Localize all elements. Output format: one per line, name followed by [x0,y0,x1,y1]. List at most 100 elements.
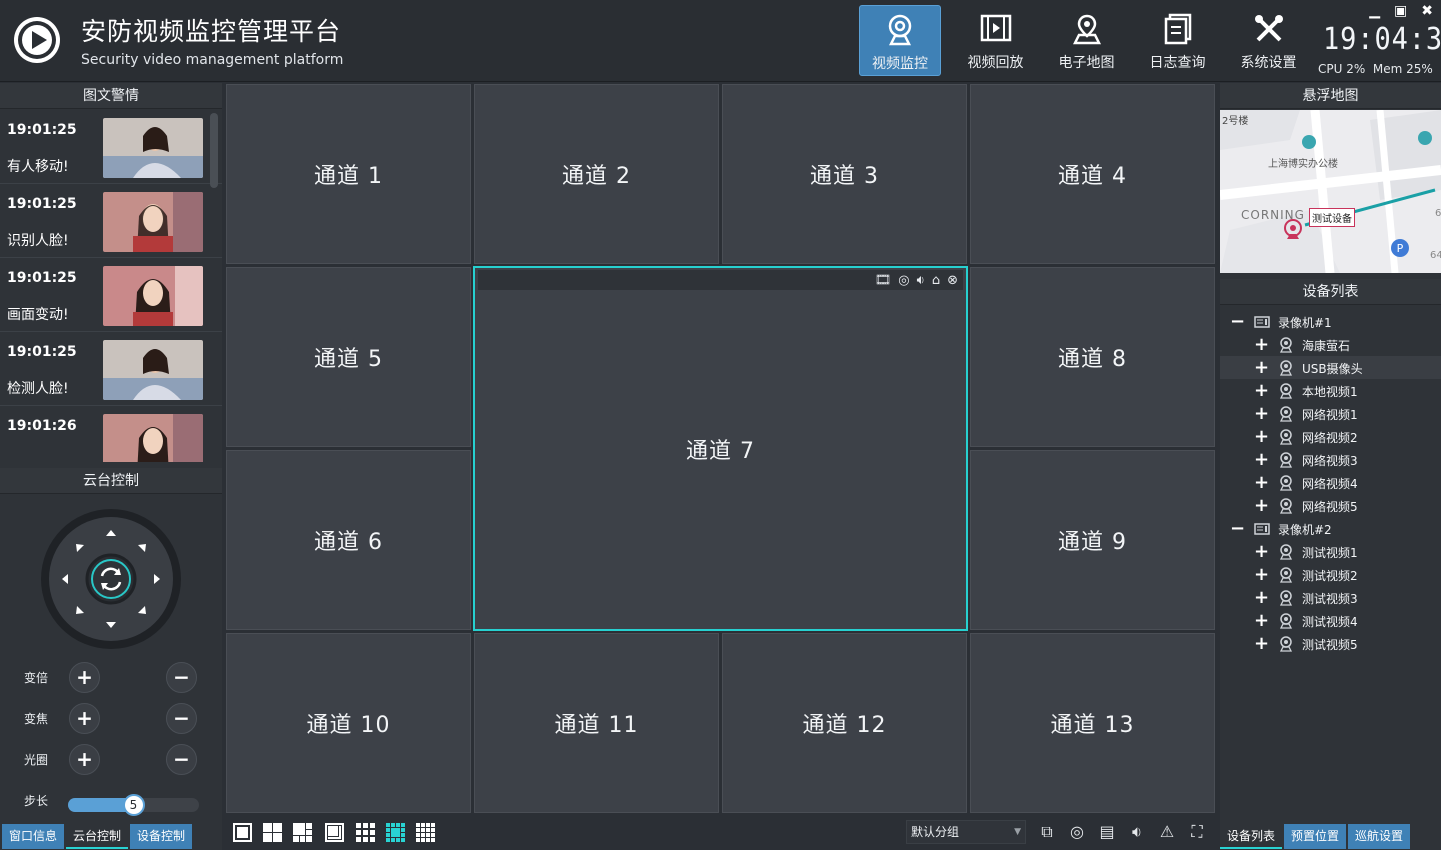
tree-camera-node[interactable]: + 测试视频1 [1220,540,1441,563]
layout-16-icon[interactable] [416,823,435,842]
video-channel-cell[interactable]: 通道 3 [722,84,967,264]
zoom-in-button[interactable]: + [69,662,100,693]
tree-camera-node[interactable]: + 测试视频3 [1220,586,1441,609]
expand-icon[interactable]: + [1254,356,1269,379]
video-channel-cell[interactable]: 通道 13 [970,633,1215,813]
playback-icon[interactable]: ▤ [1096,822,1118,842]
nav-video-playback[interactable]: 视频回放 [950,5,1041,76]
expand-icon[interactable]: + [1254,471,1269,494]
tab-window-info[interactable]: 窗口信息 [2,824,65,849]
record-all-icon[interactable]: ⧉ [1036,822,1058,842]
tree-nvr-node[interactable]: − 录像机#2 [1220,517,1441,540]
video-channel-cell-selected[interactable]: 🎞︎ ◎ 🔉︎ ⌂ ⊗ 通道 7 [473,266,968,631]
expand-icon[interactable]: + [1254,632,1269,655]
tab-device-list[interactable]: 设备列表 [1220,824,1283,849]
video-channel-cell[interactable]: 通道 2 [474,84,719,264]
tree-camera-node[interactable]: + 测试视频4 [1220,609,1441,632]
focus-plus-button[interactable]: + [69,703,100,734]
layout-13-icon-active[interactable] [386,823,405,842]
zoom-out-button[interactable]: − [166,662,197,693]
iris-minus-button[interactable]: − [166,744,197,775]
tab-device-control[interactable]: 设备控制 [130,824,193,849]
tree-camera-node[interactable]: + 测试视频2 [1220,563,1441,586]
focus-minus-button[interactable]: − [166,703,197,734]
alarm-item[interactable]: 19:01:26 [0,406,222,462]
tree-nvr-node[interactable]: − 录像机#1 [1220,310,1441,333]
alarm-item[interactable]: 19:01:25 识别人脸! [0,184,222,258]
layout-9-icon[interactable] [356,823,375,842]
fullscreen-icon[interactable]: ⛶ [1186,822,1208,842]
audio-icon[interactable]: 🔉︎ [917,273,926,288]
ptz-focus-label: 变焦 [24,712,49,726]
expand-icon[interactable]: + [1254,609,1269,632]
collapse-icon[interactable]: − [1230,517,1245,540]
header-bar: 安防视频监控管理平台 Security video management pla… [0,0,1441,82]
video-channel-cell[interactable]: 通道 10 [226,633,471,813]
snapshot-icon[interactable]: ◎ [898,273,910,288]
expand-icon[interactable]: + [1254,563,1269,586]
layout-6-icon[interactable] [293,823,312,842]
tree-camera-node[interactable]: + 网络视频3 [1220,448,1441,471]
map-device-tag[interactable]: 测试设备 [1309,208,1355,227]
alarm-snapshot[interactable] [103,266,203,326]
alarm-snapshot[interactable] [103,192,203,252]
group-select[interactable]: 默认分组 ▼ [906,820,1026,844]
maximize-icon[interactable]: ▣ [1394,3,1407,19]
video-channel-cell[interactable]: 通道 4 [970,84,1215,264]
step-slider-knob[interactable]: 5 [122,794,145,816]
expand-icon[interactable]: + [1254,379,1269,402]
alarm-item[interactable]: 19:01:25 画面变动! [0,258,222,332]
tree-camera-node[interactable]: + 网络视频1 [1220,402,1441,425]
snapshot-all-icon[interactable]: ◎ [1066,822,1088,842]
close-icon[interactable]: ✖ [1421,3,1433,19]
layout-1-icon[interactable] [233,823,252,842]
tab-cruise-settings[interactable]: 巡航设置 [1348,824,1411,849]
expand-icon[interactable]: + [1254,540,1269,563]
layout-8-icon[interactable] [325,823,344,842]
layout-4-icon[interactable] [263,823,282,842]
alarm-warning-icon[interactable]: ⚠︎ [1156,822,1178,842]
tree-camera-node[interactable]: + 海康萤石 [1220,333,1441,356]
expand-icon[interactable]: + [1254,494,1269,517]
nav-log-query[interactable]: 日志查询 [1132,5,1223,76]
alarm-scrollbar[interactable] [210,113,218,188]
volume-icon[interactable]: 🔉︎ [1126,822,1148,842]
nav-video-monitor[interactable]: 视频监控 [859,5,941,76]
video-channel-cell[interactable]: 通道 6 [226,450,471,630]
expand-icon[interactable]: + [1254,448,1269,471]
close-channel-icon[interactable]: ⊗ [947,273,959,288]
tree-camera-node[interactable]: + USB摄像头 [1220,356,1441,379]
iris-plus-button[interactable]: + [69,744,100,775]
alarm-snapshot[interactable] [103,414,203,462]
alarm-icon[interactable]: ⌂ [932,273,941,288]
step-slider[interactable]: 5 [68,794,199,816]
tree-camera-node[interactable]: + 网络视频4 [1220,471,1441,494]
expand-icon[interactable]: + [1254,333,1269,356]
expand-icon[interactable]: + [1254,586,1269,609]
alarm-item[interactable]: 19:01:25 检测人脸! [0,332,222,406]
video-channel-cell[interactable]: 通道 12 [722,633,967,813]
nav-system-settings[interactable]: 系统设置 [1223,5,1314,76]
video-channel-cell[interactable]: 通道 1 [226,84,471,264]
alarm-item[interactable]: 19:01:25 有人移动! [0,110,222,184]
record-icon[interactable]: 🎞︎ [875,273,893,288]
tab-ptz-control[interactable]: 云台控制 [66,824,129,849]
video-channel-cell[interactable]: 通道 5 [226,267,471,447]
alarm-snapshot[interactable] [103,118,203,178]
tree-camera-node[interactable]: + 测试视频5 [1220,632,1441,655]
expand-icon[interactable]: + [1254,402,1269,425]
tree-node-label: 测试视频3 [1302,592,1358,606]
expand-icon[interactable]: + [1254,425,1269,448]
alarm-snapshot[interactable] [103,340,203,400]
minimize-icon[interactable]: ▁ [1369,3,1380,19]
video-channel-cell[interactable]: 通道 11 [474,633,719,813]
collapse-icon[interactable]: − [1230,310,1245,333]
tab-preset-position[interactable]: 预置位置 [1284,824,1347,849]
tree-camera-node[interactable]: + 网络视频5 [1220,494,1441,517]
tree-camera-node[interactable]: + 网络视频2 [1220,425,1441,448]
tree-camera-node[interactable]: + 本地视频1 [1220,379,1441,402]
video-channel-cell[interactable]: 通道 8 [970,267,1215,447]
floating-map[interactable]: P 2号楼 上海博实办公楼 CORNING 测试设备 6 64 [1220,110,1441,273]
video-channel-cell[interactable]: 通道 9 [970,450,1215,630]
nav-e-map[interactable]: 电子地图 [1041,5,1132,76]
